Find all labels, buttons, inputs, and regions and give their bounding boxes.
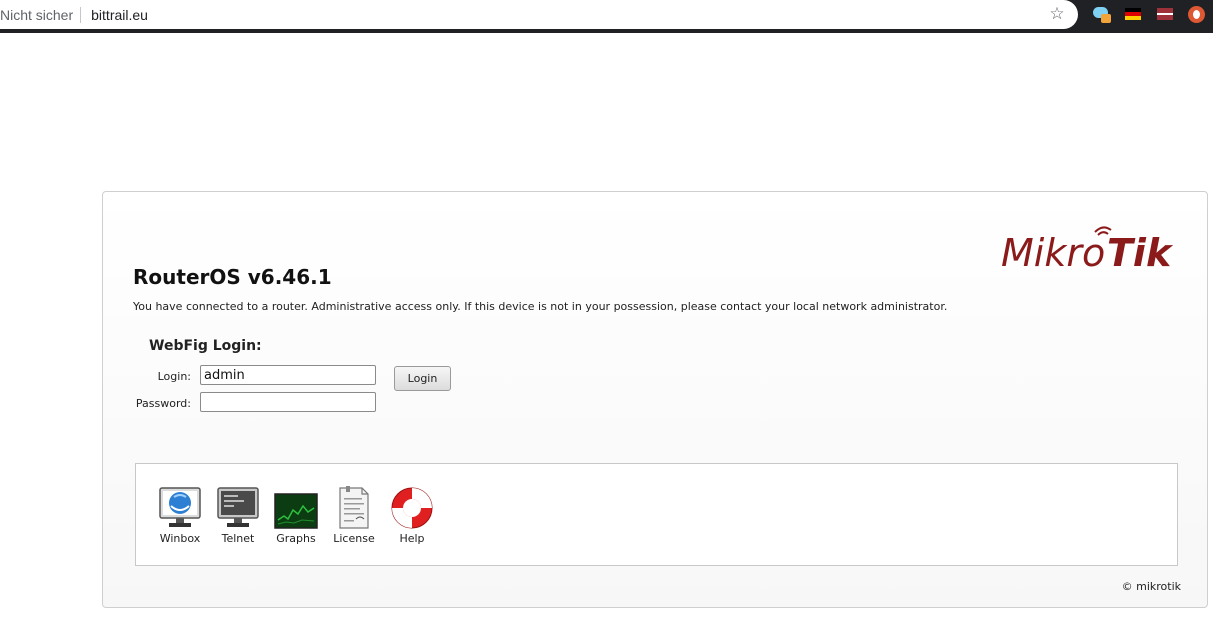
- tool-label: Help: [399, 532, 425, 545]
- page-title: RouterOS v6.46.1: [133, 265, 332, 289]
- tool-graphs[interactable]: Graphs: [268, 486, 324, 550]
- browser-toolbar: Nicht sicher bittrail.eu ☆: [0, 0, 1213, 33]
- logo-text-thin: Mikro: [1001, 231, 1105, 270]
- login-button[interactable]: Login: [394, 366, 451, 391]
- duckduckgo-icon[interactable]: [1188, 6, 1205, 23]
- url-text[interactable]: bittrail.eu: [91, 7, 148, 23]
- login-label: Login:: [157, 370, 191, 383]
- extension-badge: [1101, 14, 1111, 23]
- logo-text-bold: Tik: [1107, 231, 1174, 270]
- access-notice: You have connected to a router. Administ…: [133, 300, 948, 313]
- latvian-flag-icon[interactable]: [1157, 8, 1173, 20]
- password-input[interactable]: [200, 392, 376, 412]
- help-icon: [391, 487, 433, 529]
- cloud-extension-icon[interactable]: [1093, 6, 1111, 23]
- tool-help[interactable]: Help: [384, 486, 440, 550]
- graphs-icon: [274, 493, 318, 529]
- security-indicator[interactable]: Nicht sicher: [0, 7, 73, 23]
- login-input[interactable]: [200, 365, 376, 385]
- login-heading: WebFig Login:: [149, 338, 262, 354]
- copyright-text: © mikrotik: [1121, 580, 1181, 593]
- tool-telnet[interactable]: Telnet: [210, 486, 266, 550]
- winbox-icon: [159, 487, 201, 527]
- address-separator: [80, 6, 82, 23]
- address-bar[interactable]: Nicht sicher bittrail.eu ☆: [0, 0, 1078, 29]
- password-label: Password:: [135, 397, 191, 410]
- login-panel: Mikro Tik RouterOS v6.46.1 You have conn…: [102, 191, 1208, 608]
- tool-winbox[interactable]: Winbox: [152, 486, 208, 550]
- mikrotik-logo: Mikro Tik: [1001, 226, 1174, 270]
- license-icon: [339, 486, 369, 529]
- telnet-icon: [217, 487, 259, 527]
- german-flag-icon[interactable]: [1125, 8, 1141, 20]
- tool-license[interactable]: License: [326, 486, 382, 550]
- star-icon[interactable]: ☆: [1048, 5, 1066, 23]
- tools-box: Winbox Telnet Graphs License Help: [135, 463, 1178, 566]
